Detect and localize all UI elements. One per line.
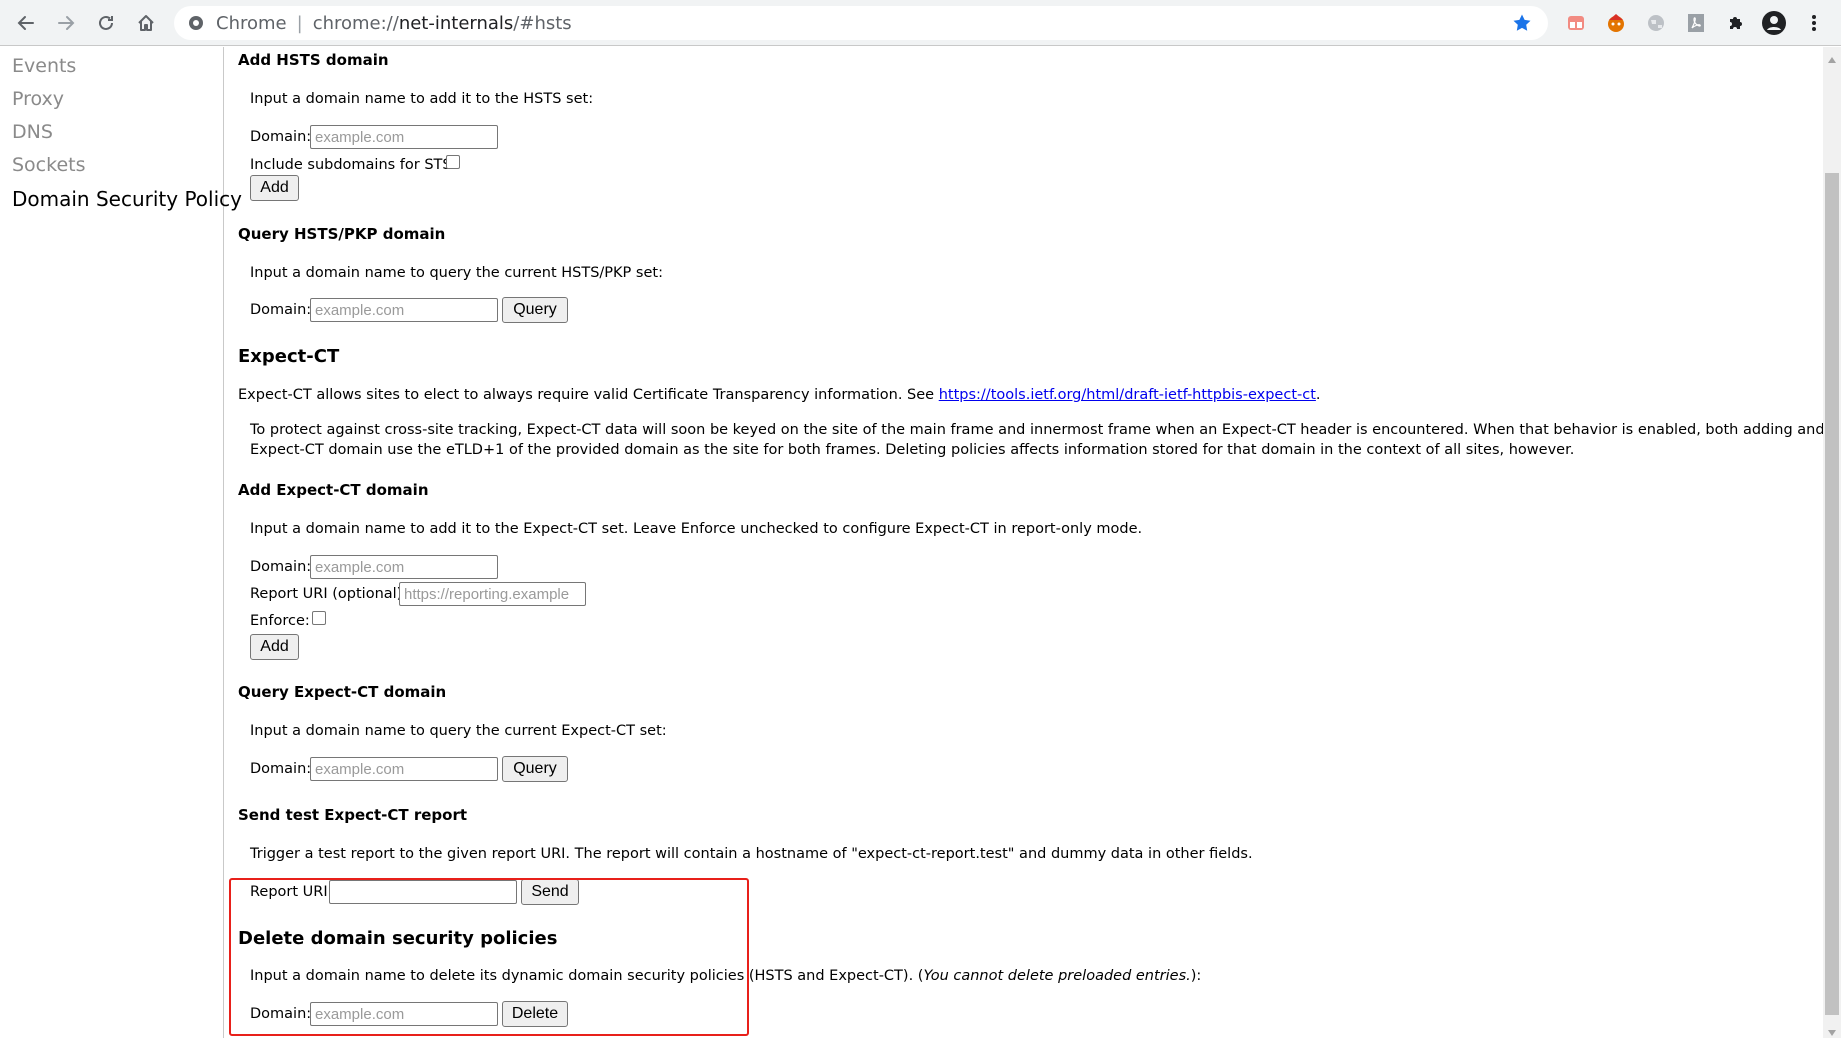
send-test-desc: Trigger a test report to the given repor… [250, 846, 1253, 862]
query-expect-ct-domain-label: Domain: [250, 761, 312, 777]
home-icon[interactable] [130, 7, 162, 39]
add-hsts-domain-label: Domain: [250, 129, 312, 145]
site-info-icon[interactable] [188, 15, 204, 31]
delete-policies-desc-note: You cannot delete preloaded entries. [923, 968, 1191, 984]
star-icon[interactable] [1512, 13, 1532, 38]
address-bar[interactable]: Chrome | chrome:// net-internals /#hsts [174, 6, 1548, 40]
expect-ct-title: Expect-CT [238, 346, 340, 367]
url-prefix: chrome:// [312, 12, 399, 34]
query-hsts-button[interactable]: Query [502, 297, 568, 323]
add-expect-ct-title: Add Expect-CT domain [238, 481, 429, 499]
add-expect-ct-desc: Input a domain name to add it to the Exp… [250, 521, 1143, 537]
add-expect-ct-button[interactable]: Add [250, 634, 299, 660]
extension-pdf-icon[interactable] [1682, 9, 1710, 37]
page-viewport: Events Proxy DNS Sockets Domain Security… [0, 47, 1841, 1038]
delete-policies-desc-text: Input a domain name to delete its dynami… [250, 968, 924, 984]
add-hsts-subdomains-checkbox[interactable] [446, 155, 460, 169]
add-expect-ct-domain-input[interactable] [310, 555, 498, 579]
url-host: net-internals [398, 12, 514, 34]
sidebar-item-events[interactable]: Events [12, 55, 76, 77]
delete-policies-button[interactable]: Delete [502, 1001, 568, 1027]
query-expect-ct-desc: Input a domain name to query the current… [250, 723, 667, 739]
expect-ct-desc-suffix: . [1315, 387, 1321, 403]
delete-policies-desc: Input a domain name to delete its dynami… [250, 968, 1201, 984]
forward-arrow-icon[interactable] [50, 7, 82, 39]
query-hsts-domain-label: Domain: [250, 302, 312, 318]
send-test-title: Send test Expect-CT report [238, 806, 468, 824]
reload-icon[interactable] [90, 7, 122, 39]
send-test-button[interactable]: Send [521, 879, 579, 905]
url-separator: | [296, 12, 303, 34]
query-expect-ct-button[interactable]: Query [502, 756, 568, 782]
delete-policies-title: Delete domain security policies [238, 928, 558, 949]
vertical-scrollbar[interactable] [1823, 47, 1841, 1038]
browser-toolbar: Chrome | chrome:// net-internals /#hsts [0, 0, 1841, 46]
add-expect-ct-report-input[interactable] [399, 582, 586, 606]
profile-avatar-icon[interactable] [1760, 9, 1788, 37]
expect-ct-spec-link[interactable]: https://tools.ietf.org/html/draft-ietf-h… [939, 387, 1316, 403]
query-hsts-title: Query HSTS/PKP domain [238, 225, 446, 243]
add-expect-ct-enforce-checkbox[interactable] [312, 611, 326, 625]
back-arrow-icon[interactable] [10, 7, 42, 39]
query-expect-ct-domain-input[interactable] [310, 757, 498, 781]
sidebar-item-sockets[interactable]: Sockets [12, 154, 86, 176]
scroll-up-arrow-icon[interactable] [1827, 51, 1837, 69]
sidebar: Events Proxy DNS Sockets Domain Security… [0, 47, 242, 1038]
expect-ct-desc: Expect-CT allows sites to elect to alway… [238, 387, 1321, 403]
scheme-label: Chrome [216, 12, 287, 34]
extension-mascot-icon[interactable] [1602, 9, 1630, 37]
query-expect-ct-title: Query Expect-CT domain [238, 683, 447, 701]
extension-tab-icon[interactable] [1562, 9, 1590, 37]
expect-ct-note-line2: Expect-CT domain use the eTLD+1 of the p… [250, 442, 1575, 458]
add-hsts-domain-input[interactable] [310, 125, 498, 149]
puzzle-icon[interactable] [1722, 9, 1750, 37]
sidebar-item-domain-security-policy[interactable]: Domain Security Policy [12, 187, 242, 211]
add-hsts-subdomains-label: Include subdomains for STS: [250, 157, 457, 173]
expect-ct-note-line1: To protect against cross-site tracking, … [250, 422, 1841, 438]
more-menu-icon[interactable] [1800, 9, 1828, 37]
delete-policies-domain-label: Domain: [250, 1006, 312, 1022]
sidebar-item-proxy[interactable]: Proxy [12, 88, 64, 110]
add-hsts-title: Add HSTS domain [238, 51, 389, 69]
add-hsts-button[interactable]: Add [250, 175, 299, 201]
send-test-report-input[interactable] [329, 880, 517, 904]
delete-policies-desc-end: ): [1190, 968, 1202, 984]
scrollbar-thumb[interactable] [1825, 173, 1839, 1015]
add-expect-ct-report-label: Report URI (optional): [250, 586, 408, 602]
main-content: Add HSTS domain Input a domain name to a… [238, 47, 1841, 1038]
query-hsts-desc: Input a domain name to query the current… [250, 265, 663, 281]
add-expect-ct-enforce-label: Enforce: [250, 613, 310, 629]
expect-ct-desc-text: Expect-CT allows sites to elect to alway… [238, 387, 939, 403]
add-hsts-desc: Input a domain name to add it to the HST… [250, 91, 594, 107]
sidebar-item-dns[interactable]: DNS [12, 121, 53, 143]
extension-globe-icon[interactable] [1642, 9, 1670, 37]
query-hsts-domain-input[interactable] [310, 298, 498, 322]
scroll-down-arrow-icon[interactable] [1827, 1024, 1837, 1042]
send-test-report-label: Report URI: [250, 884, 333, 900]
url-path: /#hsts [513, 12, 572, 34]
add-expect-ct-domain-label: Domain: [250, 559, 312, 575]
delete-policies-domain-input[interactable] [310, 1002, 498, 1026]
